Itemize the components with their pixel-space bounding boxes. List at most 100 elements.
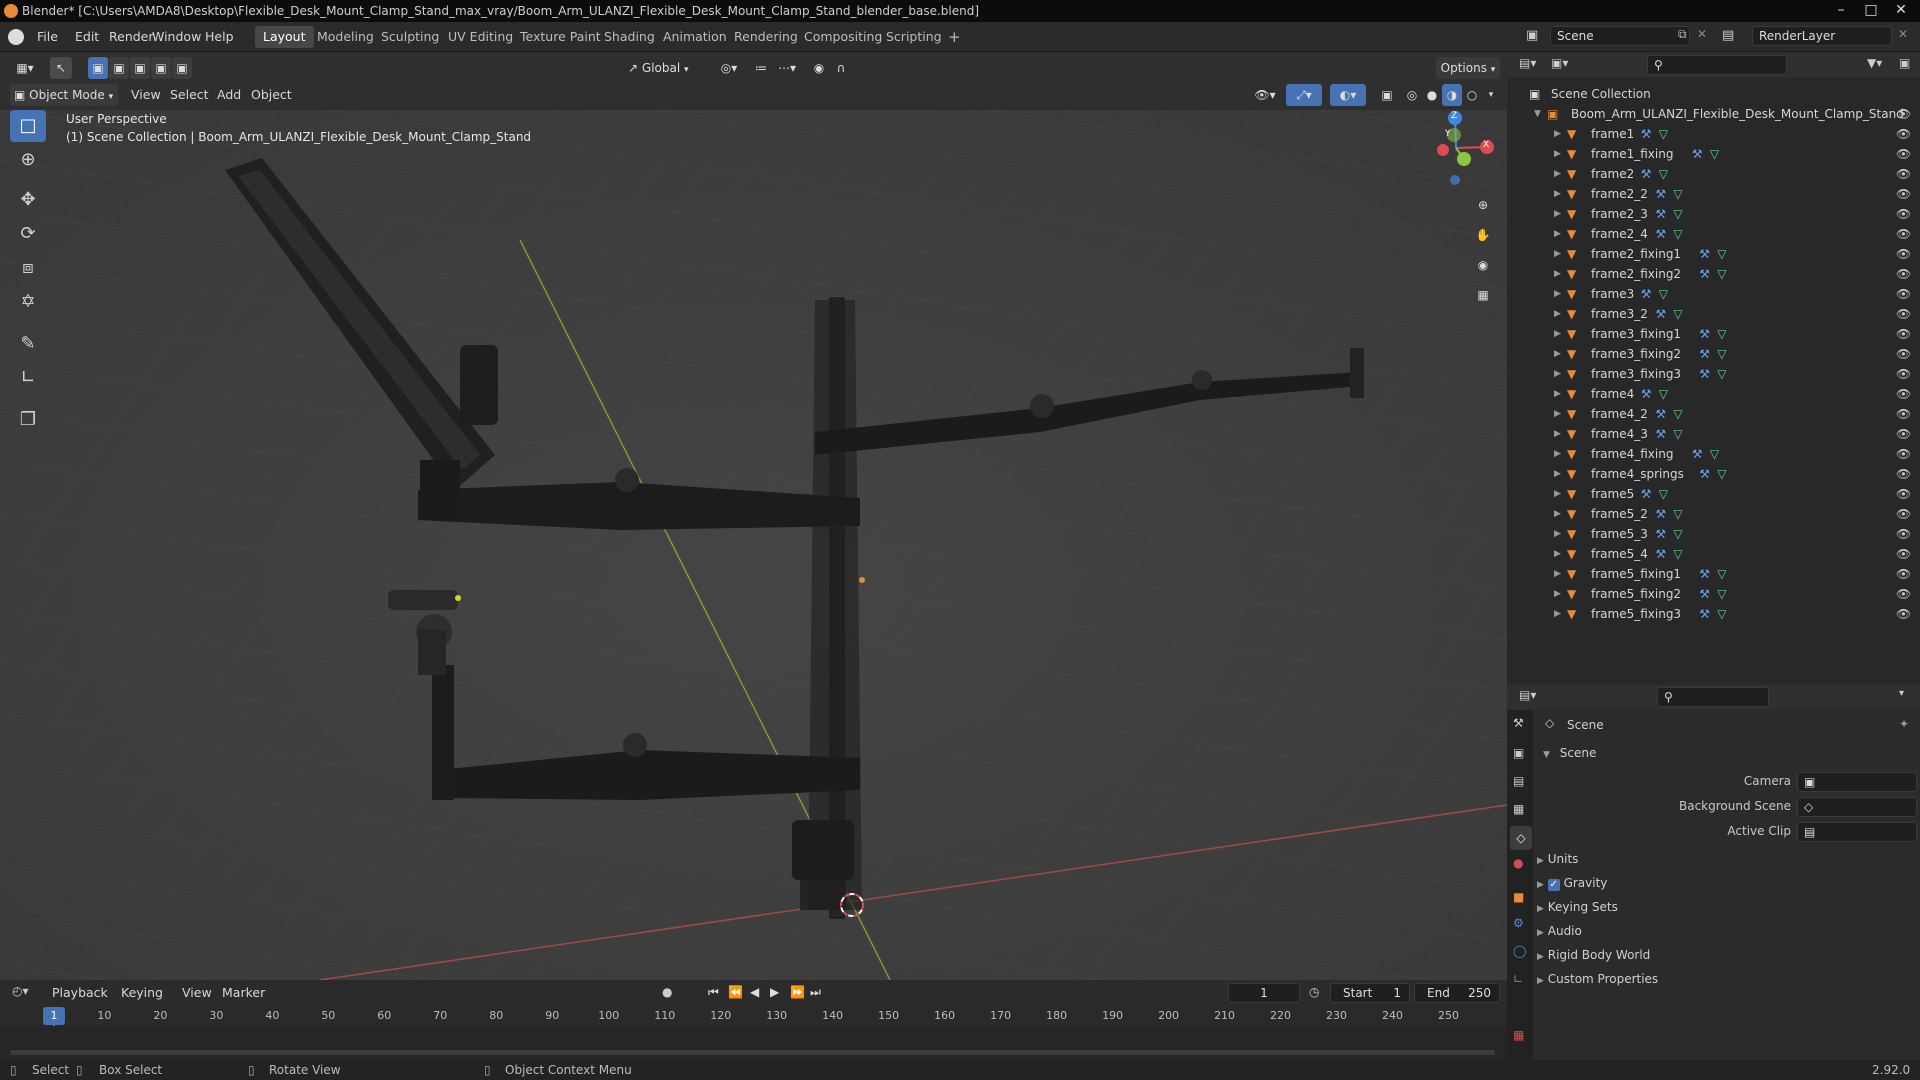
shading-solid-icon[interactable]: ● <box>1422 84 1442 106</box>
blender-menu-icon[interactable] <box>8 29 24 45</box>
options-dropdown[interactable]: Options ▾ <box>1436 57 1500 79</box>
jump-end-icon[interactable]: ⏭ <box>810 985 821 1000</box>
cursor-tool-icon[interactable]: ⊕ <box>10 144 46 176</box>
visibility-eye-icon[interactable]: 👁 <box>1896 444 1911 464</box>
viewport-menu-add[interactable]: Add <box>210 84 248 106</box>
pivot-point-icon[interactable]: ◎▾ <box>714 57 744 79</box>
outliner-object-row[interactable]: ▶ ▼ frame2_fixing1 ⚒ ▽ 👁 <box>1507 244 1920 264</box>
xray-toggle-icon[interactable]: ▣ <box>1376 84 1398 106</box>
visibility-eye-icon[interactable]: 👁 <box>1896 424 1911 444</box>
visibility-eye-icon[interactable]: 👁 <box>1896 484 1911 504</box>
mesh-data-icon[interactable]: ▽ <box>1717 324 1726 344</box>
play-reverse-icon[interactable]: ◀ <box>750 985 759 999</box>
select-mode-new-icon[interactable]: ▣ <box>88 57 108 79</box>
object-tab-icon[interactable]: ■ <box>1513 890 1524 904</box>
add-cube-tool-icon[interactable]: ❐ <box>10 404 46 436</box>
modifier-wrench-icon[interactable]: ⚒ <box>1699 364 1710 384</box>
custom-properties-section[interactable]: ▶ Custom Properties <box>1537 968 1658 990</box>
expand-arrow-icon[interactable]: ▶ <box>1554 304 1561 324</box>
select-mode-extend-icon[interactable]: ▣ <box>109 57 129 79</box>
modifier-wrench-icon[interactable]: ⚒ <box>1641 384 1652 404</box>
visibility-eye-icon[interactable]: 👁 <box>1896 384 1911 404</box>
outliner-object-row[interactable]: ▶ ▼ frame5_2 ⚒ ▽ 👁 <box>1507 504 1920 524</box>
modifier-wrench-icon[interactable]: ⚒ <box>1655 424 1666 444</box>
annotate-tool-icon[interactable]: ✎ <box>10 328 46 360</box>
timeline-menu-playback[interactable]: Playback <box>45 982 115 1004</box>
mesh-data-icon[interactable]: ▽ <box>1717 464 1726 484</box>
scene-tab-icon[interactable]: ◇ <box>1510 826 1532 850</box>
modifier-wrench-icon[interactable]: ⚒ <box>1655 204 1666 224</box>
expand-arrow-icon[interactable]: ▶ <box>1554 444 1561 464</box>
snap-target-icon[interactable]: ⋯▾ <box>772 57 802 79</box>
render-layer-selector[interactable]: RenderLayer <box>1752 26 1892 46</box>
expand-arrow-icon[interactable]: ▶ <box>1554 164 1561 184</box>
visibility-eye-icon[interactable]: 👁 <box>1896 544 1911 564</box>
preview-range-icon[interactable]: ◷ <box>1309 985 1319 999</box>
mesh-data-icon[interactable]: ▽ <box>1710 444 1719 464</box>
modifier-wrench-icon[interactable]: ⚒ <box>1641 284 1652 304</box>
shading-wireframe-icon[interactable]: ◎ <box>1402 84 1422 106</box>
mesh-data-icon[interactable]: ▽ <box>1717 564 1726 584</box>
menu-file[interactable]: File <box>30 26 65 48</box>
expand-arrow-icon[interactable]: ▶ <box>1554 524 1561 544</box>
keying-sets-section[interactable]: ▶ Keying Sets <box>1537 896 1618 918</box>
expand-arrow-icon[interactable]: ▶ <box>1554 584 1561 604</box>
visibility-eye-icon[interactable]: 👁 <box>1896 584 1911 604</box>
constraints-tab-icon[interactable]: ∟ <box>1513 972 1523 986</box>
tab-animation[interactable]: Animation <box>655 26 735 48</box>
visibility-eye-icon[interactable]: 👁 <box>1896 284 1911 304</box>
modifier-wrench-icon[interactable]: ⚒ <box>1692 144 1703 164</box>
visibility-eye-icon[interactable]: 👁 <box>1896 404 1911 424</box>
select-box-tool-icon[interactable]: □ <box>10 110 46 142</box>
visibility-eye-icon[interactable]: 👁 <box>1896 184 1911 204</box>
scene-collection-row[interactable]: ▣ Scene Collection <box>1507 84 1920 104</box>
mesh-data-icon[interactable]: ▽ <box>1673 184 1682 204</box>
active-clip-field[interactable]: ▤ <box>1797 822 1917 842</box>
mesh-data-icon[interactable]: ▽ <box>1717 584 1726 604</box>
mesh-data-icon[interactable]: ▽ <box>1659 384 1668 404</box>
timeline-scrollbar[interactable] <box>10 1050 1495 1055</box>
select-mode-intersect-icon[interactable]: ▣ <box>172 57 192 79</box>
start-frame-field[interactable]: Start 1 <box>1330 983 1410 1003</box>
timeline-menu-keying[interactable]: Keying <box>114 982 170 1004</box>
expand-arrow-icon[interactable]: ▶ <box>1554 284 1561 304</box>
world-tab-icon[interactable]: ● <box>1513 856 1523 870</box>
modifier-wrench-icon[interactable]: ⚒ <box>1655 224 1666 244</box>
modifier-wrench-icon[interactable]: ⚒ <box>1655 184 1666 204</box>
display-mode-icon[interactable]: ▣▾ <box>1551 56 1568 70</box>
add-workspace-icon[interactable]: + <box>940 26 969 48</box>
modifier-tab-icon[interactable]: ⚙ <box>1513 916 1524 930</box>
expand-arrow-icon[interactable]: ▶ <box>1554 604 1561 624</box>
modifier-wrench-icon[interactable]: ⚒ <box>1655 544 1666 564</box>
minimize-button[interactable]: – <box>1826 0 1856 22</box>
proportional-editing-icon[interactable]: ◉ <box>808 57 830 79</box>
visibility-eye-icon[interactable]: 👁 <box>1896 564 1911 584</box>
modifier-wrench-icon[interactable]: ⚒ <box>1699 464 1710 484</box>
outliner-object-row[interactable]: ▶ ▼ frame5_fixing1 ⚒ ▽ 👁 <box>1507 564 1920 584</box>
select-mode-subtract-icon[interactable]: ▣ <box>130 57 150 79</box>
visibility-eye-icon[interactable]: 👁 <box>1896 324 1911 344</box>
jump-keyframe-forward-icon[interactable]: ⏩ <box>790 985 805 999</box>
outliner-object-row[interactable]: ▶ ▼ frame4_fixing ⚒ ▽ 👁 <box>1507 444 1920 464</box>
outliner-object-row[interactable]: ▶ ▼ frame1 ⚒ ▽ 👁 <box>1507 124 1920 144</box>
zoom-view-icon[interactable]: ⊕ <box>1470 192 1496 218</box>
ortho-toggle-icon[interactable]: ▦ <box>1470 282 1496 308</box>
outliner-object-row[interactable]: ▶ ▼ frame2 ⚒ ▽ 👁 <box>1507 164 1920 184</box>
mesh-data-icon[interactable]: ▽ <box>1673 404 1682 424</box>
mesh-data-icon[interactable]: ▽ <box>1717 244 1726 264</box>
modifier-wrench-icon[interactable]: ⚒ <box>1699 264 1710 284</box>
filter-icon[interactable]: ▼▾ <box>1867 56 1882 70</box>
visibility-eye-icon[interactable]: 👁 <box>1896 524 1911 544</box>
gizmo-toggle-icon[interactable]: ⤢▾ <box>1286 84 1322 106</box>
audio-section[interactable]: ▶ Audio <box>1537 920 1582 942</box>
scene-selector[interactable]: Scene <box>1550 26 1690 46</box>
modifier-wrench-icon[interactable]: ⚒ <box>1641 164 1652 184</box>
outliner-object-row[interactable]: ▶ ▼ frame3_2 ⚒ ▽ 👁 <box>1507 304 1920 324</box>
properties-editor-type-icon[interactable]: ▤▾ <box>1519 688 1536 702</box>
expand-arrow-icon[interactable]: ▶ <box>1554 424 1561 444</box>
menu-help[interactable]: Help <box>198 26 241 48</box>
outliner-editor-type-icon[interactable]: ▤▾ <box>1519 56 1536 70</box>
outliner-object-row[interactable]: ▶ ▼ frame2_3 ⚒ ▽ 👁 <box>1507 204 1920 224</box>
modifier-wrench-icon[interactable]: ⚒ <box>1641 124 1652 144</box>
auto-keying-icon[interactable]: ● <box>662 985 672 999</box>
